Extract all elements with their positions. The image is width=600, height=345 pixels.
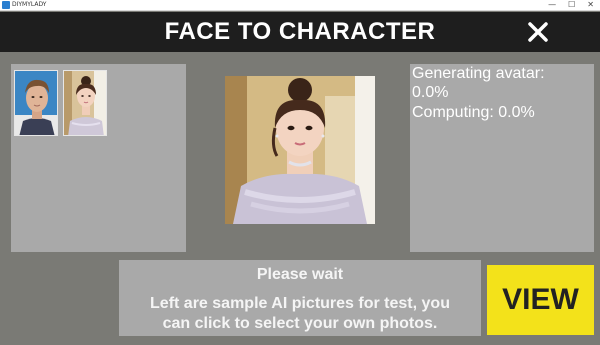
maximize-button[interactable]: ☐ — [568, 0, 575, 10]
window-close-button[interactable]: ✕ — [587, 0, 594, 10]
portrait-man-icon — [15, 71, 57, 135]
window-title: DIYMYLADY — [12, 1, 47, 8]
status-panel: Generating avatar: 0.0% Computing: 0.0% — [410, 64, 594, 252]
preview-photo — [225, 76, 375, 224]
sample-woman-photo[interactable] — [63, 70, 107, 136]
window-titlebar: DIYMYLADY — ☐ ✕ — [0, 0, 600, 11]
close-icon[interactable] — [524, 18, 552, 46]
message-title: Please wait — [256, 266, 344, 283]
app-header: FACE TO CHARACTER — [0, 12, 600, 52]
message-box: Please wait Left are sample AI pictures … — [119, 260, 481, 336]
app-icon — [2, 1, 10, 9]
computing-status: Computing: 0.0% — [412, 104, 535, 121]
message-body: Left are sample AI pictures for test, yo… — [119, 294, 481, 334]
message-line-1: Left are sample AI pictures for test, yo… — [150, 295, 450, 312]
generating-value: 0.0% — [412, 84, 449, 101]
view-button[interactable]: VIEW — [487, 265, 594, 335]
sample-man-photo[interactable] — [14, 70, 58, 136]
message-line-2: can click to select your own photos. — [162, 315, 438, 332]
sample-photos-panel — [11, 64, 186, 252]
generating-label: Generating avatar: — [412, 65, 545, 82]
page-title: FACE TO CHARACTER — [164, 18, 436, 45]
portrait-woman-large-icon — [225, 76, 375, 224]
minimize-button[interactable]: — — [548, 0, 556, 10]
window-controls: — ☐ ✕ — [548, 0, 594, 10]
portrait-woman-icon — [64, 71, 106, 135]
